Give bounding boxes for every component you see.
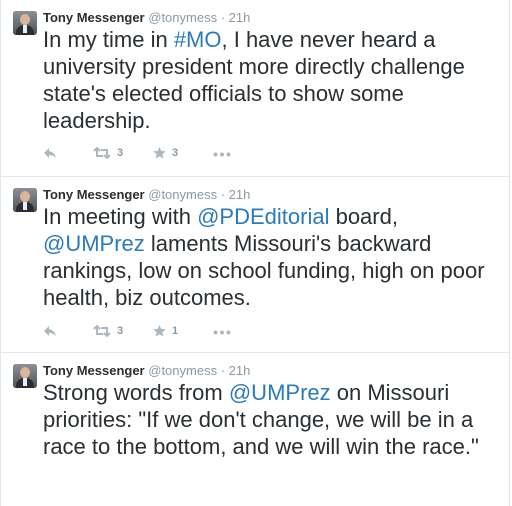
retweet-icon (93, 325, 111, 337)
favorite-count: 1 (172, 325, 179, 337)
author-handle[interactable]: @tonymess (148, 10, 217, 25)
tweet-header: Tony Messenger @tonymess · 21h (43, 10, 250, 26)
reply-arrow-icon (44, 148, 56, 158)
tweet-text-segment: In my time in (43, 27, 174, 52)
more-button[interactable] (213, 330, 231, 335)
tweet-text: In my time in #MO, I have never heard a … (43, 26, 503, 134)
mention-link[interactable]: @UMPrez (229, 380, 331, 405)
tweet[interactable]: Tony Messenger @tonymess · 21h In my tim… (1, 0, 509, 176)
avatar[interactable] (13, 188, 37, 212)
author-handle[interactable]: @tonymess (148, 187, 217, 202)
retweet-count: 3 (117, 325, 124, 337)
tweet-text-segment: In meeting with (43, 204, 198, 229)
timestamp[interactable]: 21h (229, 10, 251, 25)
tweet-header: Tony Messenger @tonymess · 21h (43, 187, 250, 203)
favorite-button[interactable]: 3 (153, 147, 178, 159)
retweet-button[interactable]: 3 (93, 147, 123, 159)
avatar[interactable] (13, 11, 37, 35)
timestamp[interactable]: 21h (229, 187, 251, 202)
retweet-button[interactable]: 3 (93, 325, 123, 337)
author-name[interactable]: Tony Messenger (43, 187, 145, 202)
separator: · (220, 363, 226, 378)
tweet-text: In meeting with @PDEditorial board, @UMP… (43, 203, 503, 311)
tweet[interactable]: Tony Messenger @tonymess · 21h Strong wo… (1, 352, 509, 506)
reply-button[interactable] (43, 147, 57, 159)
tweet-text: Strong words from @UMPrez on Missouri pr… (43, 379, 503, 460)
separator: · (220, 10, 226, 25)
star-icon (153, 147, 166, 159)
tweet-header: Tony Messenger @tonymess · 21h (43, 363, 250, 379)
star-icon (153, 325, 166, 337)
timestamp[interactable]: 21h (229, 363, 251, 378)
reply-arrow-icon (44, 326, 56, 336)
author-handle[interactable]: @tonymess (148, 363, 217, 378)
avatar[interactable] (13, 364, 37, 388)
ellipsis-icon (213, 152, 231, 157)
more-button[interactable] (213, 152, 231, 157)
tweet[interactable]: Tony Messenger @tonymess · 21h In meetin… (1, 176, 509, 352)
hashtag-link[interactable]: #MO (174, 27, 222, 52)
mention-link[interactable]: @PDEditorial (197, 204, 329, 229)
author-name[interactable]: Tony Messenger (43, 363, 145, 378)
retweet-icon (93, 147, 111, 159)
tweet-text-segment: board, (329, 204, 405, 229)
ellipsis-icon (213, 330, 231, 335)
separator: · (220, 187, 226, 202)
mention-link[interactable]: @UMPrez (43, 231, 145, 256)
author-name[interactable]: Tony Messenger (43, 10, 145, 25)
tweet-text-segment: Strong words from (43, 380, 229, 405)
tweet-timeline: Tony Messenger @tonymess · 21h In my tim… (0, 0, 510, 506)
favorite-button[interactable]: 1 (153, 325, 178, 337)
retweet-count: 3 (117, 147, 124, 159)
reply-button[interactable] (43, 325, 57, 337)
favorite-count: 3 (172, 147, 179, 159)
